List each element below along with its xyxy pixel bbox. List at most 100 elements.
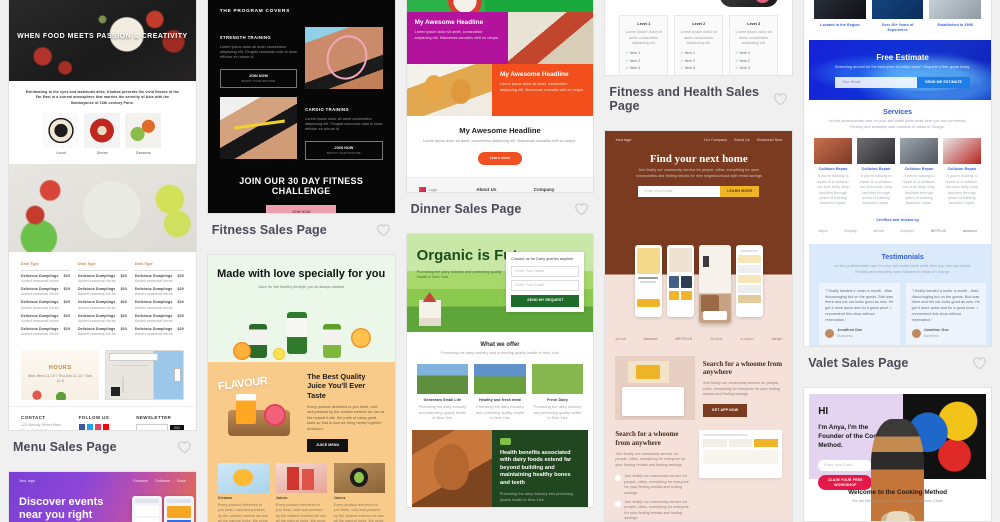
template-preview-organic-sales-page[interactable]: Organic is Future Promoting the dairy in… bbox=[405, 233, 595, 508]
preview-form-button[interactable]: SEND MY REQUEST bbox=[511, 295, 580, 307]
template-preview-valet-sales-page[interactable]: Located in the Region Over 20+ Years of … bbox=[803, 0, 992, 347]
template-card-events-sales-page[interactable]: Your logo Features Software Book Discove… bbox=[8, 471, 197, 522]
preview-nav-item[interactable]: Download Now bbox=[757, 138, 782, 143]
preview-service-body: If you're looking to repair of a collisi… bbox=[859, 174, 893, 206]
gallery-column-3: My Awesome Headline Lorem ipsum dolor si… bbox=[405, 0, 595, 514]
heart-outline-icon[interactable] bbox=[376, 223, 391, 237]
preview-hero-headline: Made with love specially for you bbox=[217, 268, 386, 280]
preview-testimonial-author: Jonathon Doe bbox=[837, 328, 863, 333]
template-preview-fitness-sales-page[interactable]: THE PROGRAM COVERS STRENGTH TRAINING Lor… bbox=[206, 0, 396, 214]
preview-footer-column-title: About Us bbox=[476, 186, 497, 192]
preview-nav-item[interactable]: About Us bbox=[734, 138, 750, 143]
template-preview-real-estate-sales-page[interactable]: Your logo Our Company About Us Download … bbox=[604, 130, 794, 522]
preview-footer-column-title: FOLLOW US bbox=[78, 414, 110, 420]
gallery-column-1: WHEN FOOD MEETS PASSION & CREATIVITY Exh… bbox=[8, 0, 197, 522]
preview-welcome-title: Welcome to the Cooking Method bbox=[848, 489, 948, 496]
preview-section-button[interactable]: JUICE MENU bbox=[307, 438, 349, 452]
preview-service-item: Collision Repair bbox=[861, 167, 891, 172]
preview-menu-item-price: $20 bbox=[63, 286, 70, 291]
template-preview-cooking-method-sales-page[interactable]: HI I'm Anya, I'm the Founder of the Cook… bbox=[803, 387, 992, 522]
template-card-cooking-method-sales-page[interactable]: HI I'm Anya, I'm the Founder of the Cook… bbox=[803, 387, 992, 522]
preview-form-field[interactable]: Enter Your Email bbox=[511, 280, 580, 292]
template-preview-dinner-sales-page[interactable]: My Awesome Headline Lorem ipsum dolor si… bbox=[405, 0, 595, 193]
template-gallery-grid: WHEN FOOD MEETS PASSION & CREATIVITY Exh… bbox=[0, 0, 1000, 522]
preview-stat-label: Established in 1995 bbox=[937, 23, 973, 27]
preview-plan-feature: Item 1 bbox=[684, 51, 696, 56]
template-preview-menu-sales-page[interactable]: WHEN FOOD MEETS PASSION & CREATIVITY Exh… bbox=[8, 0, 197, 431]
template-card-fitness-sales-page[interactable]: THE PROGRAM COVERS STRENGTH TRAINING Lor… bbox=[206, 0, 396, 248]
preview-hero-sub: Juice for the healthy lifestyle you've a… bbox=[258, 285, 345, 290]
instagram-icon[interactable] bbox=[94, 424, 101, 430]
preview-section-body: Every product delivered to you fresh, co… bbox=[333, 502, 385, 522]
heart-outline-icon[interactable] bbox=[972, 356, 987, 370]
preview-menu-item-price: $20 bbox=[120, 313, 127, 318]
template-preview-juice-sales-page[interactable]: Made with love specially for you Juice f… bbox=[206, 254, 396, 522]
facebook-icon[interactable] bbox=[78, 424, 85, 430]
heart-outline-icon[interactable] bbox=[773, 92, 788, 106]
preview-category-label: Desserts bbox=[135, 151, 151, 156]
youtube-icon[interactable] bbox=[102, 424, 109, 430]
preview-hero-button[interactable]: LEARN MORE bbox=[720, 185, 760, 198]
preview-hero-input[interactable]: Enter Your Email bbox=[638, 185, 721, 198]
preview-brand-logo: airbnb bbox=[615, 337, 626, 341]
preview-newsletter-button[interactable]: GO bbox=[169, 424, 184, 430]
preview-menu-item-price: $20 bbox=[63, 300, 70, 305]
template-card-fitness-health-sales-page[interactable]: Level 1 Lorem ipsum dolor sit amet conse… bbox=[604, 0, 794, 124]
preview-service-body: If you're looking to repair of a collisi… bbox=[816, 174, 850, 206]
preview-email-input[interactable]: Enter Your Email bbox=[818, 459, 873, 472]
preview-feature-button-sub: BOOST YOUR ROUTINE bbox=[327, 151, 361, 156]
preview-closing-button[interactable]: Learn more bbox=[477, 151, 523, 165]
preview-closing-headline: My Awesome Headline bbox=[459, 126, 541, 135]
gallery-column-2: THE PROGRAM COVERS STRENGTH TRAINING Lor… bbox=[206, 0, 396, 522]
preview-logo: Your logo bbox=[615, 138, 632, 142]
preview-feature-button[interactable]: GET APP NOW bbox=[702, 403, 748, 417]
preview-menu-item-desc: Added seasonal herbs bbox=[21, 278, 59, 283]
preview-footer-column-title: Company bbox=[533, 186, 555, 192]
preview-offer-item: Fresh Dairy bbox=[547, 398, 569, 403]
preview-testimonial-quote: "I finally handed a under a month - Was … bbox=[911, 288, 980, 322]
preview-plan-feature: Item 1 bbox=[739, 51, 751, 56]
template-card-valet-sales-page[interactable]: Located in the Region Over 20+ Years of … bbox=[803, 0, 992, 381]
template-card-menu-sales-page[interactable]: WHEN FOOD MEETS PASSION & CREATIVITY Exh… bbox=[8, 0, 197, 465]
preview-service-item: Collision Repair bbox=[947, 167, 977, 172]
preview-estimate-input[interactable]: Your Email bbox=[835, 76, 918, 88]
preview-hours-text: Mon-Wed 11-10 / Thu-Sat 11-12 / Sun 11-9 bbox=[28, 373, 93, 384]
preview-greeting: HI bbox=[818, 406, 829, 417]
preview-plan-feature: Item 3 bbox=[629, 65, 641, 70]
preview-brand-logo: Shopify bbox=[710, 337, 723, 341]
preview-plan-feature: Item 2 bbox=[629, 58, 641, 63]
template-card-organic-sales-page[interactable]: Organic is Future Promoting the dairy in… bbox=[405, 233, 595, 508]
template-preview-events-sales-page[interactable]: Your logo Features Software Book Discove… bbox=[8, 471, 197, 522]
preview-nav-item[interactable]: Our Company bbox=[704, 138, 727, 143]
card-title: Menu Sales Page bbox=[13, 440, 117, 454]
heart-outline-icon[interactable] bbox=[574, 202, 589, 216]
preview-trusted-logo: Shopify bbox=[844, 228, 857, 233]
preview-trusted-title: Certified and trusted by bbox=[876, 217, 919, 222]
twitter-icon[interactable] bbox=[86, 424, 93, 430]
preview-nav-item[interactable]: Software bbox=[155, 479, 170, 484]
logo-mark-icon bbox=[418, 186, 426, 192]
preview-section-body: Every product delivered to you fresh, co… bbox=[217, 502, 269, 522]
preview-menu-item-desc: Added seasonal herbs bbox=[77, 319, 116, 323]
template-preview-fitness-health-sales-page[interactable]: Level 1 Lorem ipsum dolor sit amet conse… bbox=[604, 0, 794, 76]
preview-feature-body: Lorem ipsum dolor sit amet consectetur a… bbox=[305, 116, 383, 132]
preview-feature-body: Join finally our community service for p… bbox=[624, 474, 689, 495]
preview-form-field[interactable]: Enter Your Name bbox=[511, 266, 580, 278]
preview-benefit-headline: Health benefits associated with dairy fo… bbox=[500, 449, 572, 486]
preview-nav-item[interactable]: Features bbox=[133, 479, 148, 484]
gallery-column-5: Located in the Region Over 20+ Years of … bbox=[803, 0, 992, 522]
preview-estimate-button[interactable]: SEND ME ESTIMATE bbox=[917, 76, 971, 88]
heart-outline-icon[interactable] bbox=[177, 440, 192, 454]
template-card-juice-sales-page[interactable]: Made with love specially for you Juice f… bbox=[206, 254, 396, 522]
preview-nav-item[interactable]: Book bbox=[177, 479, 186, 484]
avatar bbox=[911, 329, 921, 339]
template-card-dinner-sales-page[interactable]: My Awesome Headline Lorem ipsum dolor si… bbox=[405, 0, 595, 227]
preview-cta-button[interactable]: JOIN NOW bbox=[266, 210, 336, 213]
template-card-real-estate-sales-page[interactable]: Your logo Our Company About Us Download … bbox=[604, 130, 794, 522]
preview-section-title: THE PROGRAM COVERS bbox=[219, 9, 290, 14]
preview-services-title: Services bbox=[883, 109, 912, 117]
preview-menu-item-desc: Added seasonal herbs bbox=[134, 319, 173, 323]
preview-menu-item-desc: Added seasonal herbs bbox=[134, 278, 173, 283]
preview-stat-label: Over 20+ Years of Experience bbox=[881, 23, 914, 33]
preview-brand-logo: NETFLIX bbox=[675, 337, 693, 341]
